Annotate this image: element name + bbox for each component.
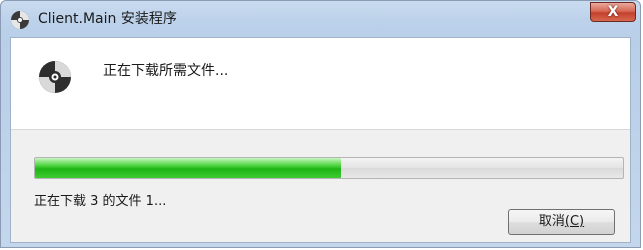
close-button[interactable]: X bbox=[590, 2, 636, 22]
dialog-content: 正在下载所需文件... 正在下载 3 的文件 1... 取消(C) bbox=[10, 37, 631, 243]
header-panel: 正在下载所需文件... bbox=[11, 38, 630, 130]
disc-icon bbox=[37, 59, 73, 95]
cancel-button[interactable]: 取消(C) bbox=[508, 209, 615, 235]
close-icon: X bbox=[607, 4, 619, 20]
cancel-button-label: 取消 bbox=[538, 214, 565, 229]
download-progress-bar bbox=[34, 157, 624, 179]
window-title: Client.Main 安装程序 bbox=[38, 11, 177, 27]
title-bar[interactable]: Client.Main 安装程序 X bbox=[1, 1, 642, 37]
progress-fill bbox=[35, 158, 341, 178]
progress-detail-text: 正在下载 3 的文件 1... bbox=[34, 194, 167, 209]
cancel-access-key: (C) bbox=[564, 214, 585, 229]
status-heading: 正在下载所需文件... bbox=[103, 63, 229, 79]
installer-window: Client.Main 安装程序 X 正在下载所需文件... 正在下载 3 的文… bbox=[0, 0, 641, 248]
app-disc-icon bbox=[10, 10, 30, 30]
